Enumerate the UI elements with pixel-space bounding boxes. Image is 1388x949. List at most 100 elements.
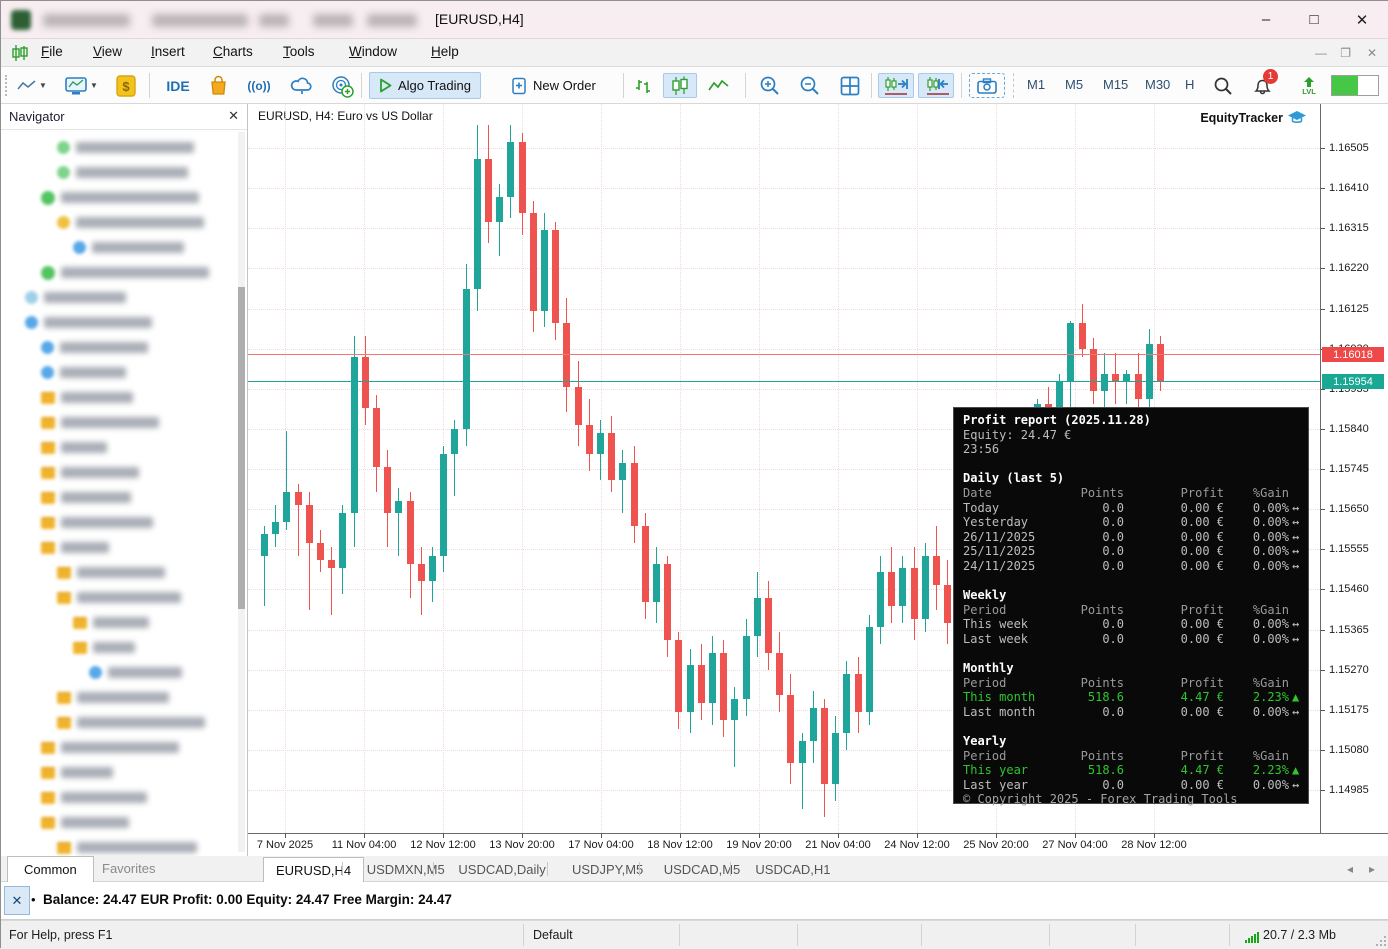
signals-icon[interactable]: ((o)) — [243, 73, 275, 98]
navigator-tree-item[interactable] — [57, 160, 188, 185]
price-axis-label: 1.15650 — [1329, 503, 1369, 515]
mdi-restore-icon[interactable]: ❐ — [1340, 46, 1351, 60]
bottom-tabs-row: CommonFavorites EURUSD,H4USDMXN,M5USDCAD… — [1, 856, 1388, 882]
navigator-tree-item[interactable] — [89, 660, 182, 685]
navigator-tree-item[interactable] — [57, 135, 194, 160]
menu-view[interactable]: View — [93, 44, 122, 59]
status-profile[interactable]: Default — [533, 928, 573, 942]
navigator-tree-item[interactable] — [57, 685, 169, 710]
connection-toggle[interactable] — [1331, 75, 1379, 96]
new-order-button[interactable]: New Order — [501, 72, 606, 99]
navigator-tab-common[interactable]: Common — [7, 856, 94, 882]
navigator-tree-item[interactable] — [41, 485, 131, 510]
navigator-tree-item[interactable] — [41, 735, 179, 760]
currency-icon[interactable]: $ — [113, 73, 139, 98]
cloud-icon[interactable] — [287, 73, 317, 98]
navigator-tree-item[interactable] — [41, 760, 113, 785]
zoom-out-icon[interactable] — [795, 73, 825, 98]
menu-file[interactable]: File — [41, 44, 63, 59]
candle-bearish — [675, 640, 682, 712]
screenshot-icon[interactable] — [969, 73, 1005, 98]
search-icon[interactable] — [1209, 73, 1237, 98]
navigator-title: Navigator — [9, 109, 65, 124]
menu-window[interactable]: Window — [349, 44, 397, 59]
ide-button[interactable]: IDE — [159, 73, 197, 98]
vps-icon[interactable] — [327, 73, 357, 98]
market-bag-icon[interactable] — [205, 73, 231, 98]
navigator-tree-item[interactable] — [41, 260, 209, 285]
navigator-tree-item[interactable] — [41, 785, 147, 810]
timeframe-h[interactable]: H — [1185, 77, 1194, 92]
mdi-close-icon[interactable]: ✕ — [1367, 46, 1377, 60]
navigator-tree-item[interactable] — [41, 510, 153, 535]
lvl-icon[interactable]: LVL — [1297, 73, 1321, 98]
chart-profile-dropdown[interactable]: ▼ — [61, 73, 101, 98]
chart-tab-usdcad-h1[interactable]: USDCAD,H1 — [743, 857, 842, 882]
redacted-item-label — [61, 492, 131, 503]
auto-scroll-icon[interactable] — [878, 73, 914, 98]
minimize-button[interactable]: – — [1243, 1, 1289, 38]
navigator-tree-item[interactable] — [57, 710, 205, 735]
toolbar-grip[interactable] — [5, 75, 9, 96]
chart-plot[interactable]: EURUSD, H4: Euro vs US Dollar EquityTrac… — [248, 104, 1321, 833]
chart-tab-eurusd-h4[interactable]: EURUSD,H4 — [263, 857, 364, 882]
navigator-tree-item[interactable] — [41, 185, 199, 210]
mdi-minimize-icon[interactable]: — — [1315, 46, 1327, 60]
algo-trading-button[interactable]: Algo Trading — [369, 72, 481, 99]
redacted-item-label — [77, 717, 205, 728]
tabs-scroll-right-icon[interactable]: ▸ — [1369, 862, 1375, 876]
navigator-tree-item[interactable] — [73, 235, 184, 260]
navigator-tree-item[interactable] — [41, 335, 148, 360]
chart-tab-usdmxn-m5[interactable]: USDMXN,M5 — [355, 857, 457, 882]
timeframe-m15[interactable]: M15 — [1103, 77, 1128, 92]
navigator-tree-item[interactable] — [41, 385, 133, 410]
line-studies-dropdown[interactable]: ▼ — [15, 73, 49, 98]
bar-chart-type-icon[interactable] — [631, 73, 657, 98]
navigator-tree-item[interactable] — [73, 610, 149, 635]
chart-tab-usdcad-m5[interactable]: USDCAD,M5 — [652, 857, 753, 882]
timeframe-m1[interactable]: M1 — [1027, 77, 1045, 92]
ea-blue-icon — [41, 366, 54, 379]
navigator-scrollbar-thumb[interactable] — [238, 287, 245, 609]
line-chart-type-icon[interactable] — [705, 73, 733, 98]
navigator-close-icon[interactable]: ✕ — [228, 108, 239, 124]
chart-shift-icon[interactable] — [918, 73, 954, 98]
navigator-tree-item[interactable] — [41, 360, 126, 385]
zoom-in-icon[interactable] — [755, 73, 785, 98]
server-green-icon — [41, 191, 55, 205]
chart-tab-usdcad-daily[interactable]: USDCAD,Daily — [446, 857, 557, 882]
candle-bearish — [328, 560, 335, 568]
navigator-tree-item[interactable] — [57, 585, 181, 610]
menu-help[interactable]: Help — [431, 44, 459, 59]
time-axis[interactable]: 7 Nov 202511 Nov 04:0012 Nov 12:0013 Nov… — [248, 833, 1388, 856]
toolbox-close-button[interactable]: ✕ — [4, 886, 30, 915]
price-axis[interactable]: 1.165051.164101.163151.162201.161251.160… — [1321, 104, 1388, 833]
navigator-tree-item[interactable] — [73, 635, 135, 660]
resize-grip[interactable] — [1375, 935, 1387, 947]
navigator-tree-item[interactable] — [41, 460, 139, 485]
timeframe-m30[interactable]: M30 — [1145, 77, 1170, 92]
redacted-item-label — [61, 467, 139, 478]
navigator-tree-item[interactable] — [57, 560, 165, 585]
menu-insert[interactable]: Insert — [151, 44, 185, 59]
navigator-tree-item[interactable] — [41, 435, 107, 460]
timeframe-m5[interactable]: M5 — [1065, 77, 1083, 92]
navigator-tree-item[interactable] — [25, 285, 126, 310]
tile-windows-icon[interactable] — [835, 73, 865, 98]
navigator-tree-item[interactable] — [57, 210, 204, 235]
chart-tab-usdjpy-m5[interactable]: USDJPY,M5 — [560, 857, 655, 882]
navigator-tree-item[interactable] — [41, 810, 129, 835]
close-button[interactable]: ✕ — [1339, 1, 1385, 38]
navigator-tree-item[interactable] — [41, 410, 159, 435]
tabs-scroll-left-icon[interactable]: ◂ — [1347, 862, 1353, 876]
menu-charts[interactable]: Charts — [213, 44, 253, 59]
folder-icon — [57, 842, 71, 854]
maximize-button[interactable]: □ — [1291, 1, 1337, 38]
menu-tools[interactable]: Tools — [283, 44, 315, 59]
candlestick-type-icon[interactable] — [663, 73, 697, 98]
notifications-bell-icon[interactable]: 1 — [1247, 73, 1279, 98]
navigator-tab-favorites[interactable]: Favorites — [86, 856, 171, 882]
navigator-tree-item[interactable] — [25, 310, 152, 335]
navigator-scrollbar[interactable] — [238, 132, 245, 852]
navigator-tree-item[interactable] — [41, 535, 109, 560]
